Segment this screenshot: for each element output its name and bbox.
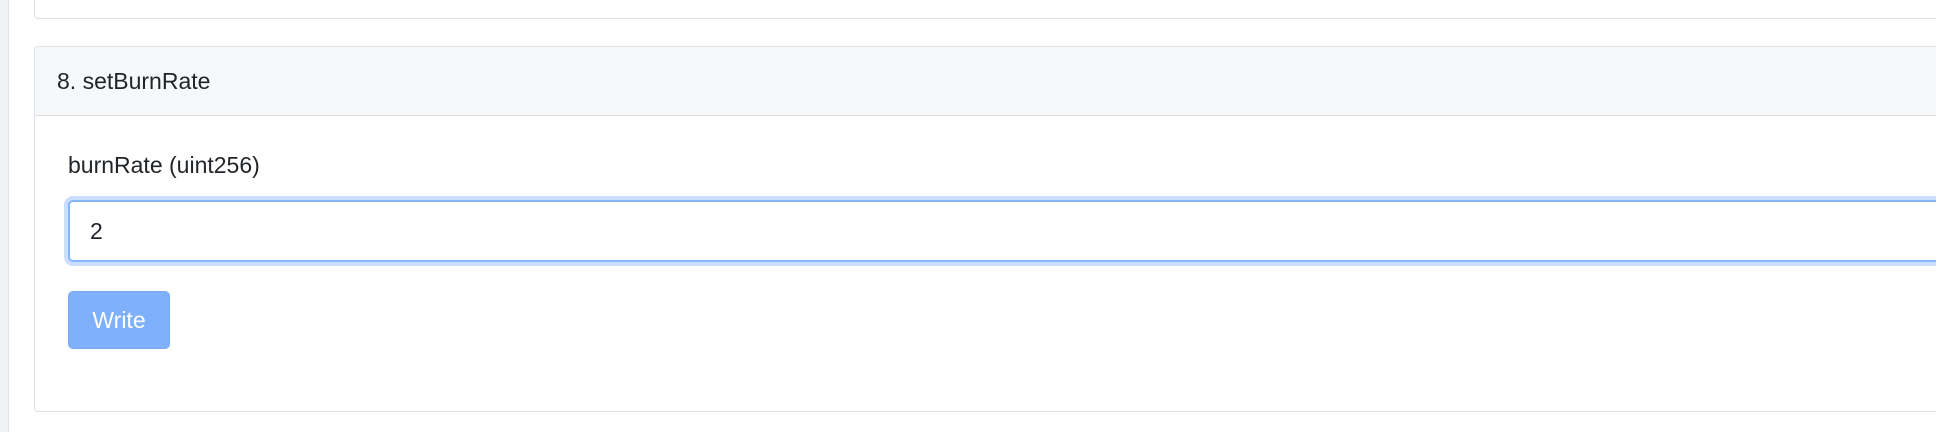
function-title: 8. setBurnRate: [57, 67, 211, 94]
page-left-edge: [0, 0, 9, 432]
page: 8. setBurnRate burnRate (uint256) Write: [0, 0, 1936, 432]
previous-function-card: [34, 0, 1936, 19]
function-card-header[interactable]: 8. setBurnRate: [35, 47, 1936, 116]
burnrate-input[interactable]: [68, 200, 1936, 262]
write-button[interactable]: Write: [68, 291, 170, 349]
burnrate-label: burnRate (uint256): [68, 152, 260, 178]
function-card-setburnrate: 8. setBurnRate burnRate (uint256) Write: [34, 46, 1936, 412]
